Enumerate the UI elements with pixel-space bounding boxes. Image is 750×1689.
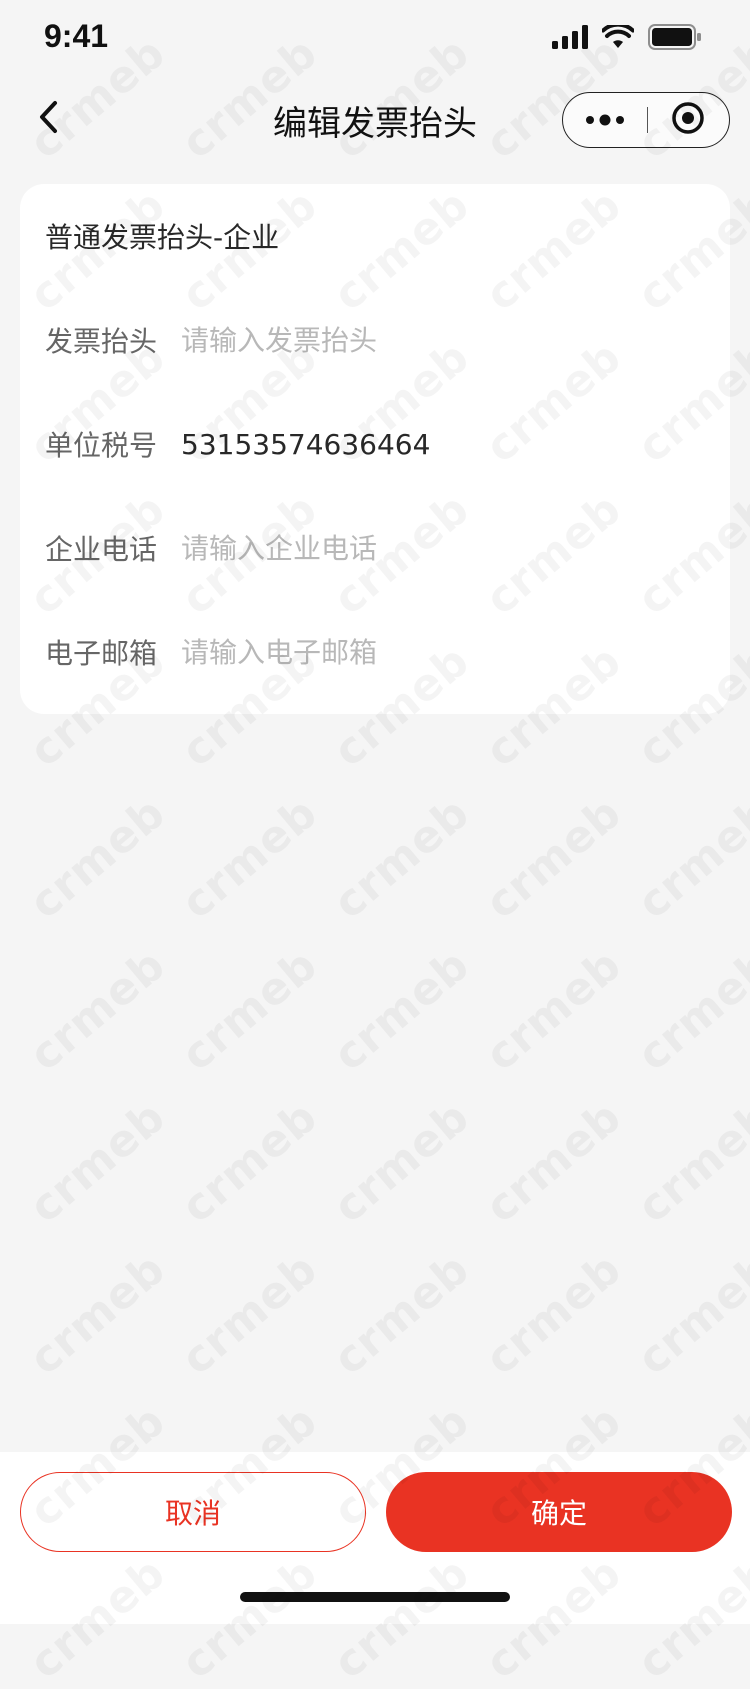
watermark-text: crmeb: [628, 939, 750, 1081]
nav-bar: 编辑发票抬头: [0, 80, 750, 160]
status-icons: [552, 22, 702, 54]
tax-number-row: 单位税号: [20, 392, 730, 496]
home-indicator: [240, 1592, 510, 1602]
email-label: 电子邮箱: [45, 637, 158, 670]
bottom-action-bar: 取消 确定: [0, 1452, 750, 1624]
watermark-text: crmeb: [324, 1091, 479, 1233]
confirm-button[interactable]: 确定: [386, 1472, 732, 1552]
invoice-form-card: 普通发票抬头-企业 发票抬头 单位税号 企业电话 电子邮箱: [20, 184, 730, 714]
watermark-text: crmeb: [628, 787, 750, 929]
status-time: 9:41: [44, 18, 109, 54]
watermark-text: crmeb: [476, 787, 631, 929]
email-input[interactable]: [181, 635, 701, 669]
watermark-text: crmeb: [476, 939, 631, 1081]
company-phone-input[interactable]: [181, 531, 701, 565]
cancel-button[interactable]: 取消: [20, 1472, 366, 1552]
wifi-icon: [601, 22, 635, 53]
more-menu-button[interactable]: [563, 92, 647, 148]
signal-icon: [552, 25, 588, 53]
watermark-text: crmeb: [20, 939, 175, 1081]
invoice-type-title: 普通发票抬头-企业: [45, 221, 280, 254]
watermark-text: crmeb: [172, 1243, 327, 1385]
watermark-text: crmeb: [20, 1091, 175, 1233]
watermark-text: crmeb: [628, 1091, 750, 1233]
watermark-text: crmeb: [172, 1091, 327, 1233]
close-miniprogram-button[interactable]: [648, 92, 730, 148]
tax-number-input[interactable]: [181, 427, 701, 461]
company-phone-row: 企业电话: [20, 496, 730, 600]
invoice-title-input[interactable]: [181, 323, 701, 357]
watermark-text: crmeb: [324, 939, 479, 1081]
email-row: 电子邮箱: [20, 600, 730, 704]
watermark-text: crmeb: [476, 1091, 631, 1233]
watermark-text: crmeb: [324, 787, 479, 929]
tax-number-label: 单位税号: [45, 429, 158, 462]
watermark-text: crmeb: [628, 1243, 750, 1385]
company-phone-label: 企业电话: [45, 533, 158, 566]
more-dots-icon: [585, 111, 625, 130]
invoice-title-row: 发票抬头: [20, 288, 730, 392]
target-close-icon: [671, 101, 705, 139]
watermark-text: crmeb: [324, 1243, 479, 1385]
mini-program-capsule: [562, 92, 730, 148]
watermark-text: crmeb: [20, 787, 175, 929]
invoice-title-label: 发票抬头: [45, 325, 158, 358]
status-bar: 9:41: [0, 0, 750, 80]
watermark-text: crmeb: [476, 1243, 631, 1385]
watermark-text: crmeb: [172, 939, 327, 1081]
battery-icon: [648, 24, 702, 54]
watermark-text: crmeb: [20, 1243, 175, 1385]
watermark-text: crmeb: [172, 787, 327, 929]
